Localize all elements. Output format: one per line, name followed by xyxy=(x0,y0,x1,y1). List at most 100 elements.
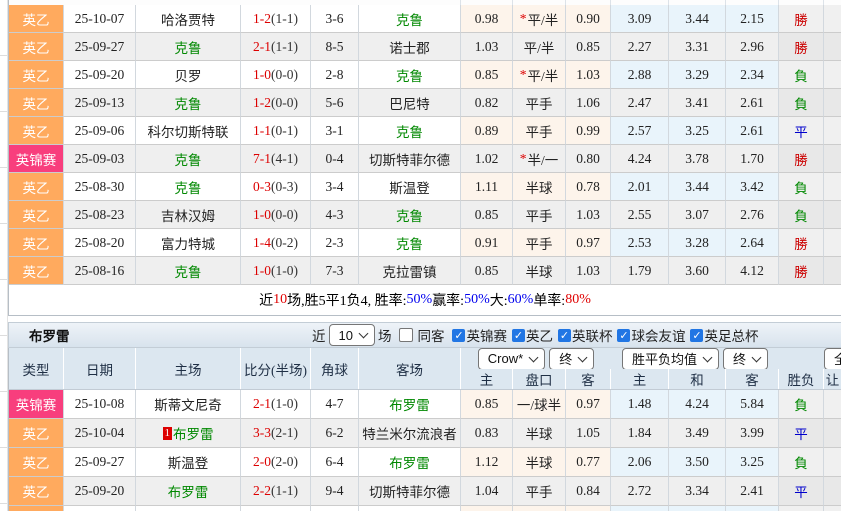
cell-score: 3-3(2-1) xyxy=(241,419,311,448)
cell-extra xyxy=(824,173,841,201)
table-row: 英乙25-09-27克鲁2-1(1-1)8-5诺士郡1.03平/半0.852.2… xyxy=(9,33,841,61)
cell-league: 英乙 xyxy=(9,33,64,61)
summary-segment: 单率: xyxy=(533,290,565,310)
cell-eu-draw-odds: 3.44 xyxy=(669,173,726,201)
cell-eu-away-odds: 2.96 xyxy=(726,33,779,61)
cell-extra xyxy=(824,257,841,285)
cell-result: 負 xyxy=(779,506,824,511)
league-filter-label: 球会友谊 xyxy=(631,325,685,345)
cell-extra xyxy=(824,506,841,511)
league-filter-label: 英足总杯 xyxy=(704,325,758,345)
col-header-date: 日期 xyxy=(64,348,136,389)
league-filter-checkbox[interactable]: ✓ xyxy=(512,329,525,342)
cell-ah-away-odds: 0.77 xyxy=(566,448,611,477)
cell-eu-away-odds: 2.76 xyxy=(726,201,779,229)
cell-handicap: 平手 xyxy=(513,89,566,117)
cell-league: 英乙 xyxy=(9,61,64,89)
cell-result: 負 xyxy=(779,61,824,89)
cell-league: 英乙 xyxy=(9,419,64,448)
column-header: 客 xyxy=(726,369,779,389)
cell-corner: 3-4 xyxy=(311,173,359,201)
summary-segment: 80% xyxy=(565,292,591,308)
cell-extra xyxy=(824,33,841,61)
extra-select-group: 全 xyxy=(779,348,841,369)
summary-segment: 50% xyxy=(407,292,433,308)
same-away-checkbox[interactable] xyxy=(399,328,413,342)
cell-score: 1-2(1-1) xyxy=(241,5,311,33)
cell-eu-draw-odds: 3.31 xyxy=(669,33,726,61)
cell-score: 1-2(0-0) xyxy=(241,89,311,117)
league-filter-checkbox[interactable]: ✓ xyxy=(690,329,703,342)
cell-home-team: 克鲁 xyxy=(136,33,241,61)
cell-ah-home-odds: 1.02 xyxy=(461,145,513,173)
cell-ah-away-odds: 0.90 xyxy=(566,5,611,33)
cell-result: 勝 xyxy=(779,145,824,173)
cell-home-team: 奥尔德姆 xyxy=(136,506,241,511)
chevron-down-icon xyxy=(752,352,762,362)
cell-result: 平 xyxy=(779,419,824,448)
cell-handicap: *半/一 xyxy=(513,145,566,173)
column-header: 盘口 xyxy=(513,369,566,389)
summary-segment: 场,胜5平1负4, 胜率: xyxy=(287,290,406,310)
table-row: 英锦赛25-09-03克鲁7-1(4-1)0-4切斯特菲尔德1.02*半/一0.… xyxy=(9,145,841,173)
cell-eu-draw-odds: 3.50 xyxy=(669,448,726,477)
cell-corner: 0-4 xyxy=(311,145,359,173)
league-filter-checkbox[interactable]: ✓ xyxy=(452,329,465,342)
cell-away-team: 克拉雷镇 xyxy=(359,257,461,285)
cell-handicap: 半球 xyxy=(513,448,566,477)
bookmaker-select[interactable]: Crow* xyxy=(478,348,545,370)
cell-date: 25-10-04 xyxy=(64,419,136,448)
league-filter-label: 英联杯 xyxy=(572,325,613,345)
cell-result: 負 xyxy=(779,390,824,419)
cell-handicap: 半球 xyxy=(513,173,566,201)
cell-eu-away-odds: 2.61 xyxy=(726,89,779,117)
cell-eu-home-odds: 2.88 xyxy=(611,61,669,89)
cell-eu-draw-odds: 3.28 xyxy=(669,229,726,257)
cell-home-team: 克鲁 xyxy=(136,257,241,285)
cell-away-team: 布罗雷 xyxy=(359,448,461,477)
cell-eu-home-odds: 2.47 xyxy=(611,89,669,117)
cell-away-team: 克鲁 xyxy=(359,61,461,89)
euro-time-select[interactable]: 终 xyxy=(723,348,768,370)
cell-eu-home-odds: 1.48 xyxy=(611,390,669,419)
crewe-history-table: 英乙25-10-07哈洛贾特1-2(1-1)3-6克鲁0.98*平/半0.903… xyxy=(8,5,841,285)
match-history-page: 主盘口客主和客胜负让 英乙25-10-07哈洛贾特1-2(1-1)3-6克鲁0.… xyxy=(0,0,841,511)
cell-ah-away-odds: 0.78 xyxy=(566,173,611,201)
cell-result: 勝 xyxy=(779,33,824,61)
league-filter-checkbox[interactable]: ✓ xyxy=(558,329,571,342)
cell-ah-away-odds: 0.97 xyxy=(566,390,611,419)
cell-ah-away-odds: 1.03 xyxy=(566,257,611,285)
cell-eu-draw-odds: 3.24 xyxy=(669,506,726,511)
cell-league: 英乙 xyxy=(9,173,64,201)
extra-select-partial[interactable]: 全 xyxy=(824,348,841,370)
cell-eu-draw-odds: 3.34 xyxy=(669,477,726,506)
table-row: 英乙25-09-13克鲁1-2(0-0)5-6巴尼特0.82平手1.062.47… xyxy=(9,89,841,117)
cell-extra xyxy=(824,5,841,33)
ah-time-select[interactable]: 终 xyxy=(549,348,594,370)
cell-away-team: 布罗雷 xyxy=(359,506,461,511)
cell-extra xyxy=(824,89,841,117)
cell-handicap: *平/半 xyxy=(513,61,566,89)
recent-count-select[interactable]: 10 xyxy=(329,324,375,346)
cell-extra xyxy=(824,419,841,448)
cell-ah-home-odds: 0.85 xyxy=(461,201,513,229)
cell-corner: 2-3 xyxy=(311,229,359,257)
league-filter-checkbox[interactable]: ✓ xyxy=(617,329,630,342)
euro-type-select[interactable]: 胜平负均值 xyxy=(622,348,719,370)
cell-eu-home-odds: 2.72 xyxy=(611,477,669,506)
cell-away-team: 克鲁 xyxy=(359,5,461,33)
cell-league: 英锦赛 xyxy=(9,390,64,419)
cell-eu-draw-odds: 3.44 xyxy=(669,5,726,33)
cell-eu-draw-odds: 3.60 xyxy=(669,257,726,285)
league-filter-label: 英锦赛 xyxy=(466,325,507,345)
cell-handicap: 半球 xyxy=(513,257,566,285)
cell-eu-draw-odds: 3.49 xyxy=(669,419,726,448)
table-row: 英锦赛25-10-08斯蒂文尼奇2-1(1-0)4-7布罗雷0.85一/球半0.… xyxy=(9,390,841,419)
cell-result: 勝 xyxy=(779,229,824,257)
cell-extra xyxy=(824,145,841,173)
cell-league: 英乙 xyxy=(9,89,64,117)
cell-score: 1-0(0-0) xyxy=(241,506,311,511)
cell-result: 勝 xyxy=(779,257,824,285)
chevron-down-icon xyxy=(529,352,539,362)
cell-ah-away-odds: 1.06 xyxy=(566,89,611,117)
